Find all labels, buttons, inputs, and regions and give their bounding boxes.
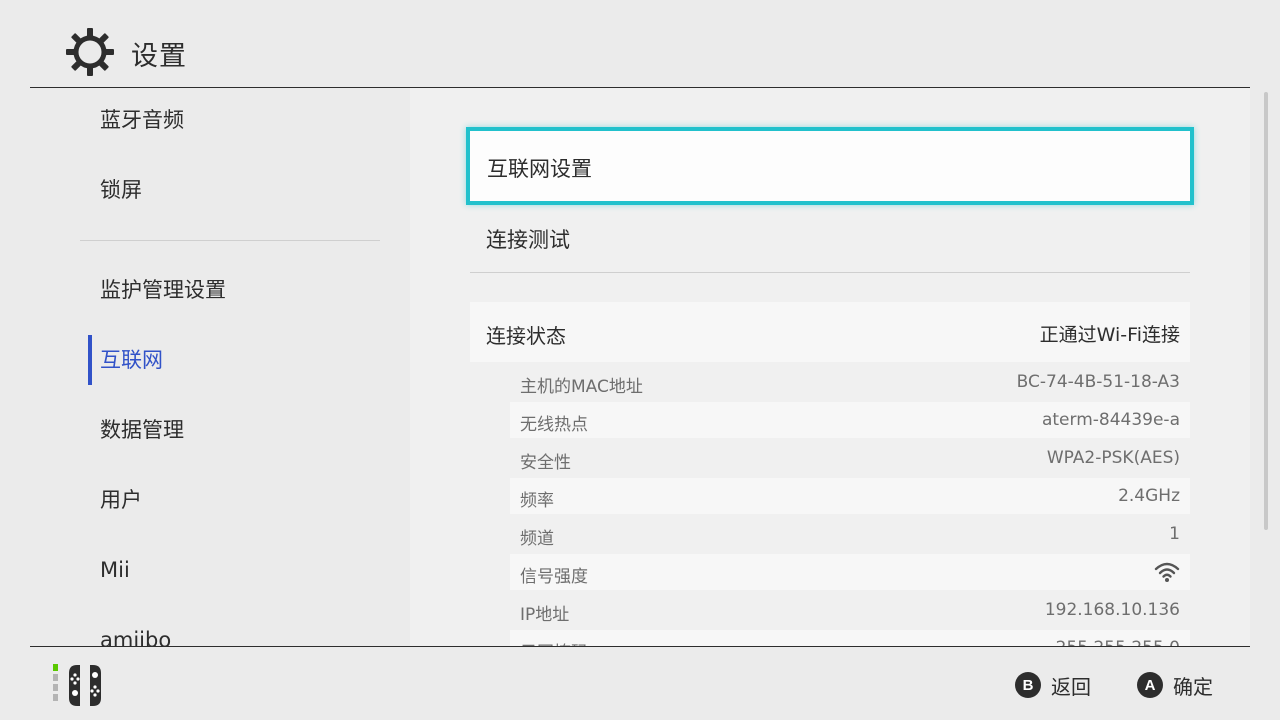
connection-status-label: 连接状态 <box>486 324 566 348</box>
sidebar-item-mii[interactable]: Mii <box>100 554 130 586</box>
detail-value: 192.168.10.136 <box>1044 600 1180 620</box>
connection-status: 连接状态 正通过Wi-Fi连接 <box>470 302 1190 362</box>
detail-label: 无线热点 <box>520 415 588 435</box>
detail-value: WPA2-PSK(AES) <box>1046 448 1180 468</box>
detail-label: 子网掩码 <box>520 638 588 646</box>
gear-icon <box>66 28 114 76</box>
sidebar-item-users[interactable]: 用户 <box>100 484 142 516</box>
detail-label: 主机的MAC地址 <box>520 377 643 397</box>
detail-value: aterm-84439e-a <box>1041 410 1180 430</box>
b-button-icon: B <box>1015 672 1041 698</box>
detail-value: 2.4GHz <box>1118 486 1180 506</box>
footer-divider <box>30 646 1250 647</box>
detail-label: 频道 <box>520 529 554 549</box>
back-button[interactable]: B 返回 <box>1015 670 1091 700</box>
detail-row-subnet: 子网掩码 255.255.255.0 <box>510 630 1190 646</box>
detail-value: 255.255.255.0 <box>1056 638 1180 646</box>
detail-value: 1 <box>1169 524 1180 544</box>
detail-row-signal-strength: 信号强度 <box>510 554 1190 590</box>
internet-settings-label: 互联网设置 <box>487 157 592 181</box>
sidebar-divider <box>80 240 380 241</box>
wifi-signal-icon <box>1154 562 1180 582</box>
connection-test-button[interactable]: 连接测试 <box>486 224 570 254</box>
sidebar-item-parental-controls[interactable]: 监护管理设置 <box>100 274 226 306</box>
internet-settings-button[interactable]: 互联网设置 <box>466 127 1194 205</box>
a-button-icon: A <box>1137 672 1163 698</box>
content-panel: 互联网设置 连接测试 连接状态 正通过Wi-Fi连接 主机的MAC地址 BC-7… <box>410 88 1250 646</box>
sidebar: 蓝牙音频 锁屏 监护管理设置 互联网 数据管理 用户 Mii amiibo <box>30 88 410 646</box>
back-label: 返回 <box>1051 674 1091 699</box>
detail-row-ip: IP地址 192.168.10.136 <box>510 592 1190 628</box>
joycon-icon <box>53 664 101 706</box>
connection-status-value: 正通过Wi-Fi连接 <box>1039 324 1180 346</box>
sidebar-item-bluetooth-audio[interactable]: 蓝牙音频 <box>100 104 184 136</box>
detail-row-mac: 主机的MAC地址 BC-74-4B-51-18-A3 <box>510 364 1190 400</box>
detail-label: IP地址 <box>520 605 570 625</box>
detail-row-channel: 频道 1 <box>510 516 1190 552</box>
page-title: 设置 <box>131 41 187 72</box>
sidebar-item-amiibo[interactable]: amiibo <box>100 624 171 646</box>
detail-label: 信号强度 <box>520 567 588 587</box>
sidebar-item-internet[interactable]: 互联网 <box>100 344 163 376</box>
detail-label: 频率 <box>520 491 554 511</box>
header: 设置 <box>0 0 1280 88</box>
detail-row-security: 安全性 WPA2-PSK(AES) <box>510 440 1190 476</box>
scrollbar[interactable] <box>1264 92 1268 530</box>
detail-label: 安全性 <box>520 453 571 473</box>
ok-label: 确定 <box>1173 674 1213 699</box>
ok-button[interactable]: A 确定 <box>1137 670 1213 700</box>
detail-value: BC-74-4B-51-18-A3 <box>1016 372 1180 392</box>
sidebar-item-lock-screen[interactable]: 锁屏 <box>100 174 142 206</box>
detail-row-frequency: 频率 2.4GHz <box>510 478 1190 514</box>
content-divider <box>470 272 1190 273</box>
sidebar-item-data-management[interactable]: 数据管理 <box>100 414 184 446</box>
detail-row-ssid: 无线热点 aterm-84439e-a <box>510 402 1190 438</box>
active-indicator <box>88 335 92 385</box>
